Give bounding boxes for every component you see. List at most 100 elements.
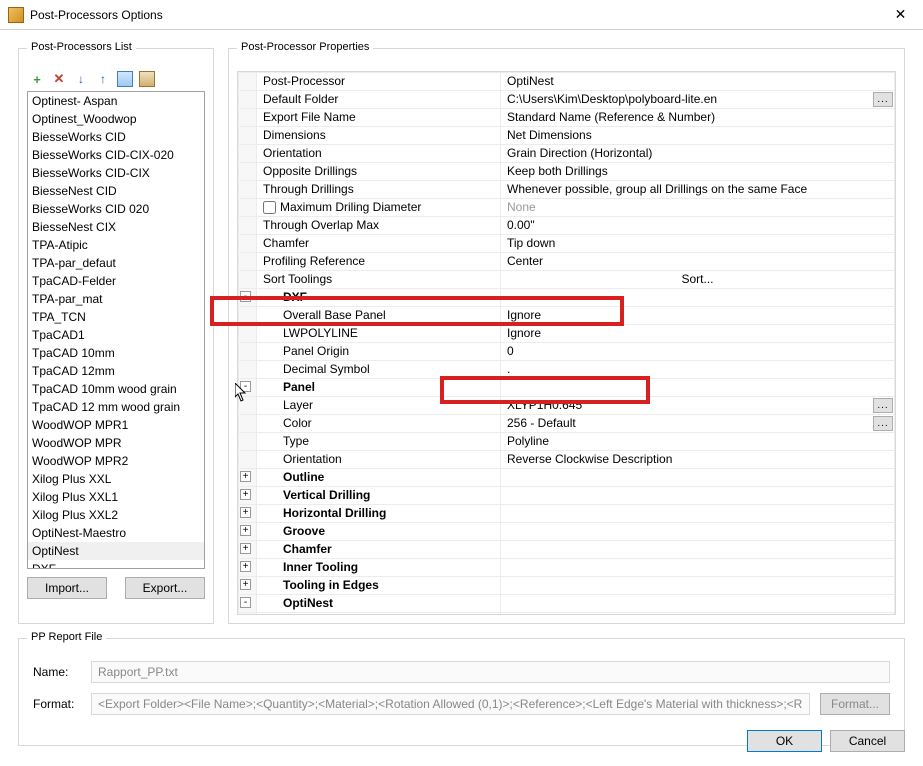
expand-icon[interactable]: +: [240, 561, 251, 572]
ellipsis-button[interactable]: ...: [873, 92, 893, 107]
prop-value[interactable]: Grain Direction (Horizontal): [501, 145, 895, 163]
list-item[interactable]: TPA-par_mat: [28, 290, 204, 308]
prop-value[interactable]: XLYP1H0.645...: [501, 397, 895, 415]
prop-label: Overall Base Panel: [257, 307, 501, 325]
expand-icon[interactable]: +: [240, 471, 251, 482]
prop-value[interactable]: [501, 289, 895, 307]
name-label: Name:: [33, 665, 81, 679]
prop-value[interactable]: Ignore: [501, 325, 895, 343]
prop-label: Inner Tooling: [257, 559, 501, 577]
prop-label: Post-Processor: [257, 73, 501, 91]
list-item[interactable]: TpaCAD1: [28, 326, 204, 344]
prop-label: Outline: [257, 469, 501, 487]
list-item[interactable]: DXF: [28, 560, 204, 569]
expand-icon[interactable]: +: [240, 489, 251, 500]
prop-value[interactable]: [501, 523, 895, 541]
prop-value[interactable]: [501, 469, 895, 487]
import-button[interactable]: Import...: [27, 577, 107, 599]
list-item[interactable]: OptiNest: [28, 542, 204, 560]
collapse-icon[interactable]: -: [240, 381, 251, 392]
collapse-icon[interactable]: -: [240, 291, 251, 302]
list-item[interactable]: BiesseNest CID: [28, 182, 204, 200]
ellipsis-button[interactable]: ...: [873, 398, 893, 413]
prop-value[interactable]: [501, 379, 895, 397]
prop-value[interactable]: Ignore: [501, 307, 895, 325]
move-down-icon[interactable]: ↓: [73, 71, 89, 87]
prop-value[interactable]: Net Dimensions: [501, 127, 895, 145]
list-item[interactable]: TpaCAD 10mm: [28, 344, 204, 362]
expand-icon[interactable]: +: [240, 507, 251, 518]
list-item[interactable]: OptiNest-Maestro: [28, 524, 204, 542]
paste-icon[interactable]: [139, 71, 155, 87]
list-item[interactable]: Xilog Plus XXL1: [28, 488, 204, 506]
list-item[interactable]: Optinest- Aspan: [28, 92, 204, 110]
copy-icon[interactable]: [117, 71, 133, 87]
prop-value[interactable]: Keep both Drillings: [501, 163, 895, 181]
format-button[interactable]: Format...: [820, 693, 890, 715]
ellipsis-button[interactable]: ...: [873, 416, 893, 431]
prop-value[interactable]: C:\Users\Kim\Desktop\polyboard-lite.en..…: [501, 91, 895, 109]
prop-value[interactable]: Whenever possible, group all Drillings o…: [501, 181, 895, 199]
prop-label: Tooling in Edges: [257, 577, 501, 595]
list-item[interactable]: TPA_TCN: [28, 308, 204, 326]
format-input[interactable]: [91, 693, 810, 715]
prop-value[interactable]: [501, 487, 895, 505]
window-title: Post-Processors Options: [30, 8, 878, 22]
cancel-button[interactable]: Cancel: [830, 730, 905, 752]
prop-value[interactable]: 0: [501, 343, 895, 361]
prop-value[interactable]: [501, 541, 895, 559]
prop-label: Maximum Driling Diameter: [257, 199, 501, 217]
delete-icon[interactable]: ✕: [51, 71, 67, 87]
list-item[interactable]: BiesseWorks CID-CIX: [28, 164, 204, 182]
move-up-icon[interactable]: ↑: [95, 71, 111, 87]
prop-value[interactable]: [501, 505, 895, 523]
prop-label: Profiling Reference: [257, 253, 501, 271]
name-input[interactable]: [91, 661, 890, 683]
list-item[interactable]: TpaCAD 12 mm wood grain: [28, 398, 204, 416]
prop-value[interactable]: 256 - Default...: [501, 415, 895, 433]
list-item[interactable]: WoodWOP MPR1: [28, 416, 204, 434]
checkbox[interactable]: [263, 201, 276, 214]
prop-value[interactable]: [501, 559, 895, 577]
list-item[interactable]: Xilog Plus XXL2: [28, 506, 204, 524]
list-item[interactable]: WoodWOP MPR2: [28, 452, 204, 470]
prop-value[interactable]: Tip down: [501, 235, 895, 253]
property-grid[interactable]: Post-ProcessorOptiNestDefault FolderC:\U…: [238, 72, 895, 614]
ok-button[interactable]: OK: [747, 730, 822, 752]
export-button[interactable]: Export...: [125, 577, 205, 599]
list-item[interactable]: BiesseNest CIX: [28, 218, 204, 236]
list-item[interactable]: BiesseWorks CID: [28, 128, 204, 146]
prop-value[interactable]: [501, 577, 895, 595]
list-item[interactable]: TpaCAD 12mm: [28, 362, 204, 380]
prop-value[interactable]: 0.00": [501, 217, 895, 235]
processors-listbox[interactable]: Optinest- AspanOptinest_WoodwopBiesseWor…: [27, 91, 205, 569]
prop-label: Decimal Symbol: [257, 361, 501, 379]
prop-value[interactable]: Yes: [501, 613, 895, 615]
prop-label: Orientation: [257, 451, 501, 469]
list-item[interactable]: WoodWOP MPR: [28, 434, 204, 452]
prop-value[interactable]: Standard Name (Reference & Number): [501, 109, 895, 127]
expand-icon[interactable]: +: [240, 525, 251, 536]
list-item[interactable]: TPA-par_defaut: [28, 254, 204, 272]
add-icon[interactable]: +: [29, 71, 45, 87]
list-item[interactable]: Xilog Plus XXL: [28, 470, 204, 488]
list-item[interactable]: TpaCAD-Felder: [28, 272, 204, 290]
prop-value[interactable]: Polyline: [501, 433, 895, 451]
sort-button[interactable]: Sort...: [501, 271, 895, 289]
prop-label: Panel: [257, 379, 501, 397]
list-item[interactable]: BiesseWorks CID-CIX-020: [28, 146, 204, 164]
expand-icon[interactable]: +: [240, 579, 251, 590]
prop-value[interactable]: Center: [501, 253, 895, 271]
close-button[interactable]: ✕: [878, 0, 923, 30]
list-item[interactable]: TPA-Atipic: [28, 236, 204, 254]
prop-value[interactable]: None: [501, 199, 895, 217]
prop-value[interactable]: Reverse Clockwise Description: [501, 451, 895, 469]
prop-value[interactable]: OptiNest: [501, 73, 895, 91]
list-item[interactable]: BiesseWorks CID 020: [28, 200, 204, 218]
list-item[interactable]: TpaCAD 10mm wood grain: [28, 380, 204, 398]
prop-value[interactable]: [501, 595, 895, 613]
expand-icon[interactable]: +: [240, 543, 251, 554]
collapse-icon[interactable]: -: [240, 597, 251, 608]
list-item[interactable]: Optinest_Woodwop: [28, 110, 204, 128]
prop-value[interactable]: .: [501, 361, 895, 379]
